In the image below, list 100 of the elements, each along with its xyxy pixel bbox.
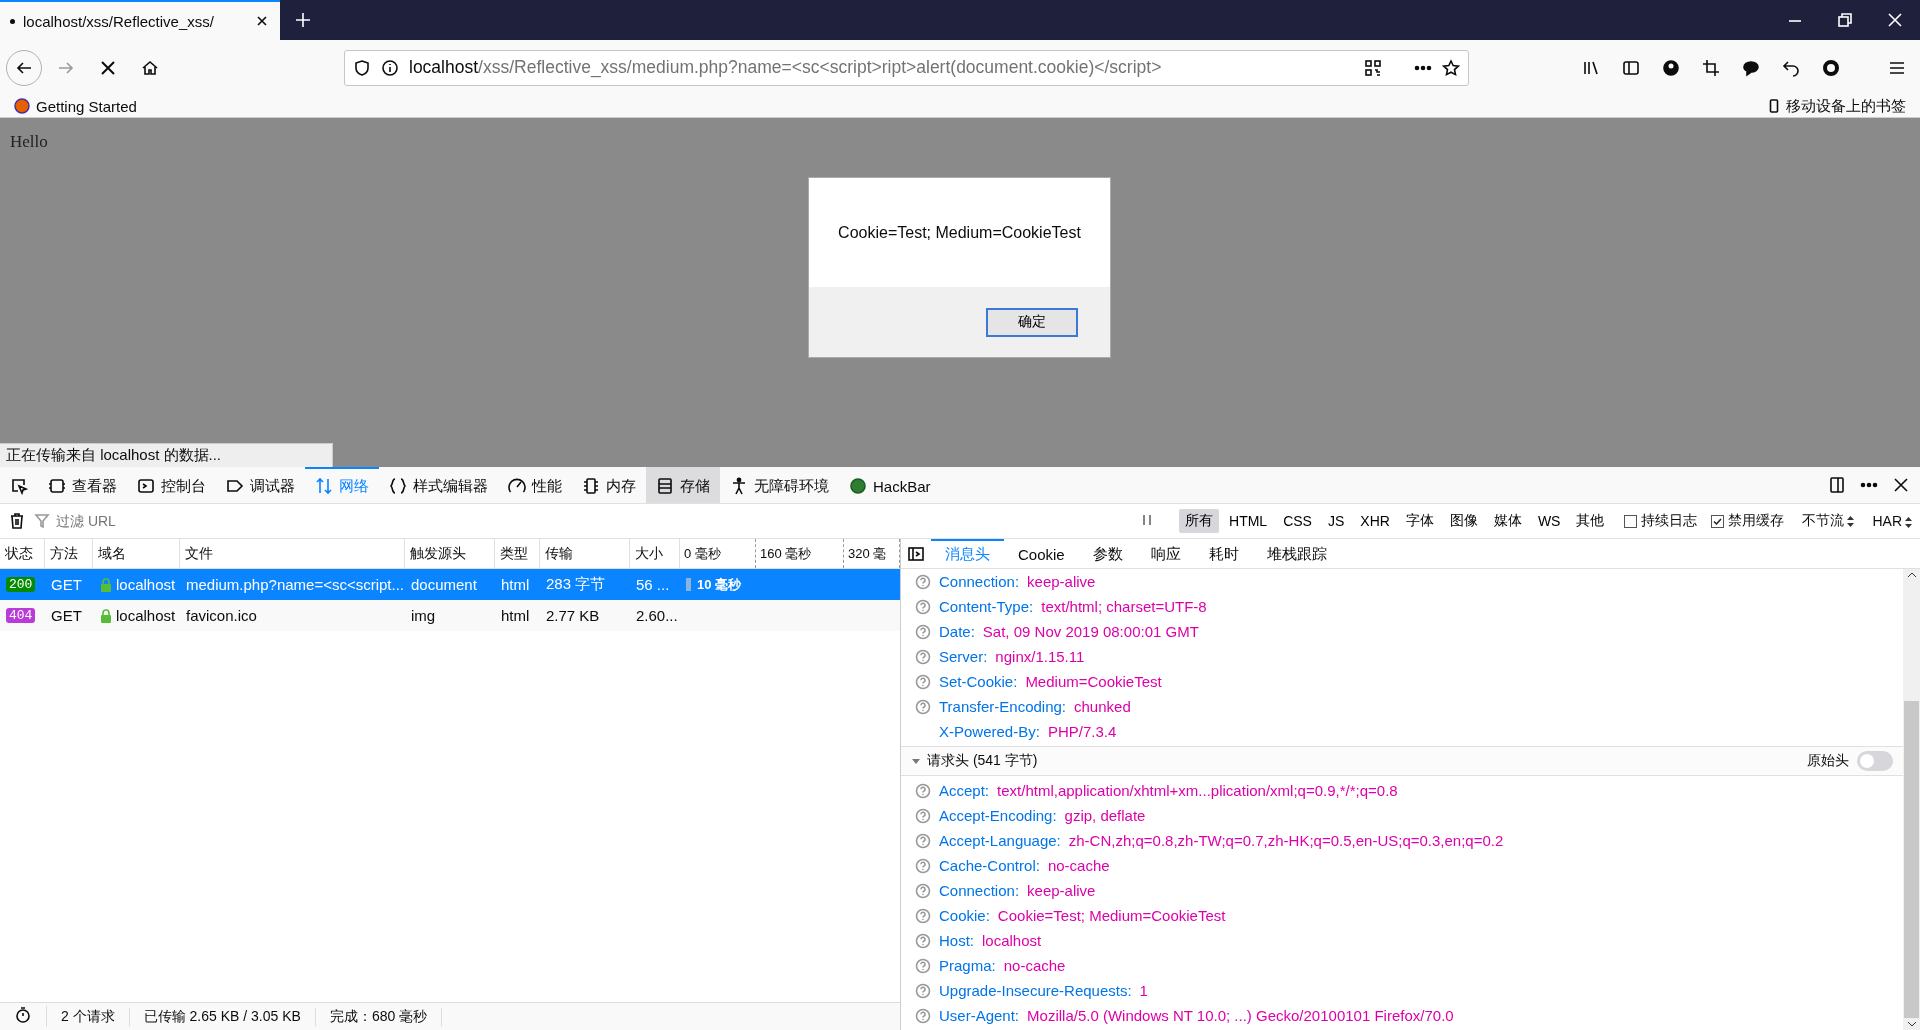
column-header[interactable]: 状态 <box>0 539 45 568</box>
debugger-icon <box>226 477 244 495</box>
request-row[interactable]: 404 GET localhost favicon.ico img html 2.77 KB 2.60... <box>0 600 900 631</box>
column-header[interactable]: 域名 <box>93 539 180 568</box>
devtools-tab[interactable]: 存储 <box>646 467 720 503</box>
table-cell-text: img <box>410 606 437 626</box>
info-icon[interactable] <box>381 58 399 77</box>
trash-icon[interactable] <box>8 512 26 530</box>
throttle-select[interactable]: 不节流 <box>1802 512 1855 530</box>
panel-toggle-icon[interactable] <box>907 544 925 563</box>
help-icon[interactable] <box>915 932 931 949</box>
type-filter-button[interactable]: 字体 <box>1399 509 1440 533</box>
column-header[interactable]: 触发源头 <box>405 539 495 568</box>
devtools-tab[interactable]: 查看器 <box>38 467 127 503</box>
type-filter-button[interactable]: JS <box>1321 510 1351 532</box>
devtools-tab[interactable]: 无障碍环境 <box>720 467 839 503</box>
header-value: PHP/7.3.4 <box>1047 723 1117 740</box>
type-filter-button[interactable]: HTML <box>1223 510 1274 532</box>
crop-icon[interactable] <box>1702 58 1720 77</box>
help-icon[interactable] <box>915 832 931 849</box>
stopwatch-icon[interactable] <box>14 1006 32 1024</box>
filter-url-field[interactable]: 过滤 URL <box>54 512 304 530</box>
column-header[interactable]: 文件 <box>180 539 405 568</box>
detail-tab[interactable]: 消息头 <box>931 539 1004 568</box>
help-icon[interactable] <box>915 673 931 690</box>
status-code-badge: 404 <box>6 608 36 623</box>
column-header[interactable]: 大小 <box>630 539 680 568</box>
qr-code-icon[interactable] <box>1364 58 1382 77</box>
help-icon[interactable] <box>915 648 931 665</box>
type-filter-button[interactable]: CSS <box>1277 510 1318 532</box>
mobile-bookmarks-folder[interactable]: 移动设备上的书签 <box>1768 96 1906 116</box>
star-icon[interactable] <box>1442 58 1460 77</box>
header-value: 1 <box>1139 982 1148 999</box>
header-value: text/html,application/xhtml+xm...plication/xml;q=0.9,*/*;q=0.8 <box>997 782 1398 799</box>
help-icon[interactable] <box>915 807 931 824</box>
dock-layout-icon[interactable] <box>1828 476 1846 494</box>
devtools-tab[interactable]: 调试器 <box>216 467 305 503</box>
up-down-caret-icon <box>1905 516 1912 528</box>
detail-tab[interactable]: 堆栈跟踪 <box>1252 539 1341 568</box>
har-select[interactable]: HAR <box>1872 513 1912 529</box>
ok-button[interactable]: 确定 <box>986 307 1078 337</box>
checkbox-label: 持续日志 <box>1641 512 1698 530</box>
detail-tab[interactable]: 耗时 <box>1194 539 1253 568</box>
type-filter-button[interactable]: 媒体 <box>1487 509 1528 533</box>
help-icon[interactable] <box>915 982 931 999</box>
help-icon[interactable] <box>915 882 931 899</box>
close-icon[interactable] <box>1887 12 1903 28</box>
lock-icon <box>99 607 113 624</box>
devtools-tab[interactable]: 网络 <box>305 467 379 503</box>
ring-icon[interactable] <box>1822 58 1840 77</box>
devtools-tab[interactable]: HackBar <box>839 467 941 503</box>
column-header[interactable]: 传输 <box>540 539 630 568</box>
element-picker-icon[interactable] <box>10 477 28 495</box>
raw-headers-toggle[interactable] <box>1857 751 1893 771</box>
caret-icon[interactable] <box>911 756 921 766</box>
timeline-tick: 320 毫 <box>844 539 900 568</box>
checkbox[interactable] <box>1711 514 1725 528</box>
header-value: localhost <box>982 932 1042 949</box>
home-icon[interactable] <box>141 58 159 77</box>
type-filter-button[interactable]: 所有 <box>1179 509 1220 533</box>
help-icon[interactable] <box>915 573 931 590</box>
column-header[interactable]: 类型 <box>495 539 540 568</box>
help-icon[interactable] <box>915 598 931 615</box>
request-row[interactable]: 200 GET localhost medium.php?name=<sc<script... document html 283 字节 56 ... 10 毫秒 <box>0 569 900 600</box>
help-icon[interactable] <box>915 907 931 924</box>
stop-icon[interactable] <box>99 58 117 77</box>
devtools-tab[interactable]: 样式编辑器 <box>379 467 498 503</box>
checkbox-label: 禁用缓存 <box>1728 512 1785 530</box>
phone-icon <box>1768 99 1780 113</box>
detail-tab[interactable]: 响应 <box>1136 539 1195 568</box>
sidebar-icon[interactable] <box>1622 58 1640 77</box>
type-filter-button[interactable]: WS <box>1531 510 1567 532</box>
bookmark-item[interactable]: Getting Started <box>14 97 137 115</box>
checkbox[interactable] <box>1624 514 1638 528</box>
inspector-icon <box>48 477 66 495</box>
close-icon[interactable] <box>1892 476 1910 494</box>
type-filter-button[interactable]: 图像 <box>1443 509 1484 533</box>
column-header[interactable]: 方法 <box>45 539 93 568</box>
help-icon[interactable] <box>915 698 931 715</box>
table-cell-text: 2.60... <box>635 606 679 626</box>
devtools-tab[interactable]: 性能 <box>498 467 572 503</box>
account-icon[interactable] <box>1662 58 1680 77</box>
type-filter-button[interactable]: 其他 <box>1570 509 1611 533</box>
chat-bubble-icon[interactable] <box>1742 58 1760 77</box>
restore-icon[interactable] <box>1837 12 1853 28</box>
help-icon[interactable] <box>915 782 931 799</box>
help-icon[interactable] <box>915 857 931 874</box>
help-icon[interactable] <box>915 957 931 974</box>
help-icon[interactable] <box>915 623 931 640</box>
browser-tab[interactable]: localhost/xss/Reflective_xss/ <box>0 0 280 40</box>
devtools-tab[interactable]: 内存 <box>572 467 646 503</box>
scrollbar[interactable] <box>1903 569 1920 1030</box>
devtools-tab[interactable]: 控制台 <box>127 467 216 503</box>
timeline-tick: 0 毫秒 <box>680 539 756 568</box>
new-tab-plus-icon[interactable] <box>294 11 312 29</box>
type-filter-button[interactable]: XHR <box>1354 510 1396 532</box>
help-icon[interactable] <box>915 1007 931 1024</box>
detail-tab[interactable]: Cookie <box>1004 539 1079 568</box>
detail-tab[interactable]: 参数 <box>1078 539 1137 568</box>
undo-arrow-icon[interactable] <box>1782 58 1800 77</box>
